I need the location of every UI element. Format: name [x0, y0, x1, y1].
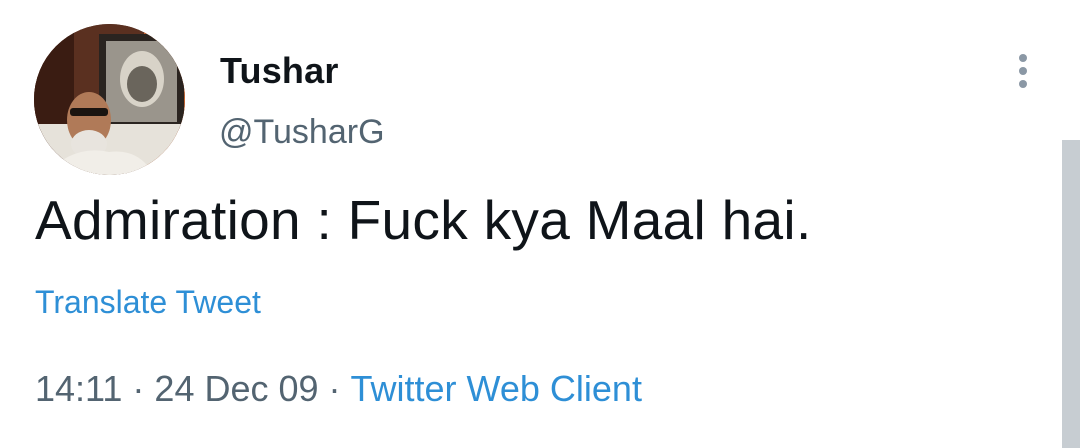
- tweet-metadata: 14:11 · 24 Dec 09 · Twitter Web Client: [35, 368, 642, 410]
- tweet-client-link[interactable]: Twitter Web Client: [351, 368, 642, 409]
- user-handle[interactable]: @TusharG: [219, 113, 385, 152]
- more-vertical-icon-dot: [1019, 80, 1027, 88]
- more-options-button[interactable]: [1010, 50, 1038, 92]
- tweet-text: Admiration : Fuck kya Maal hai.: [35, 189, 812, 251]
- scrollbar[interactable]: [1062, 140, 1080, 448]
- tweet-date[interactable]: 24 Dec 09: [154, 368, 318, 409]
- avatar[interactable]: [34, 24, 185, 175]
- separator: ·: [328, 368, 341, 409]
- translate-tweet-link[interactable]: Translate Tweet: [35, 284, 261, 321]
- tweet-time[interactable]: 14:11: [35, 368, 122, 409]
- separator: ·: [132, 368, 145, 409]
- more-vertical-icon: [1019, 54, 1027, 62]
- more-vertical-icon-dot: [1019, 67, 1027, 75]
- display-name[interactable]: Tushar: [220, 50, 339, 92]
- tweet-card: Tushar @TusharG Admiration : Fuck kya Ma…: [0, 0, 1080, 448]
- avatar-photo: [34, 24, 185, 175]
